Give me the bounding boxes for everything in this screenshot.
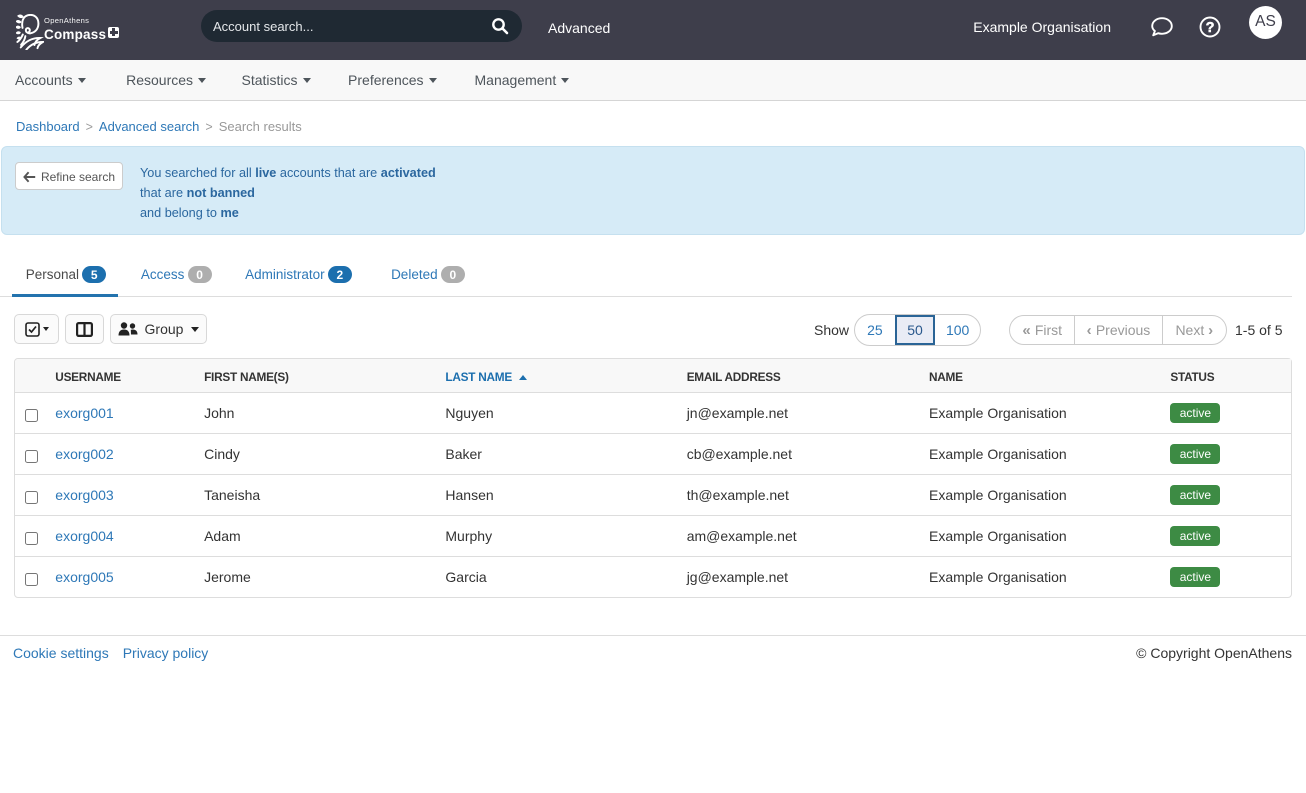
svg-text:?: ? bbox=[1206, 20, 1215, 36]
